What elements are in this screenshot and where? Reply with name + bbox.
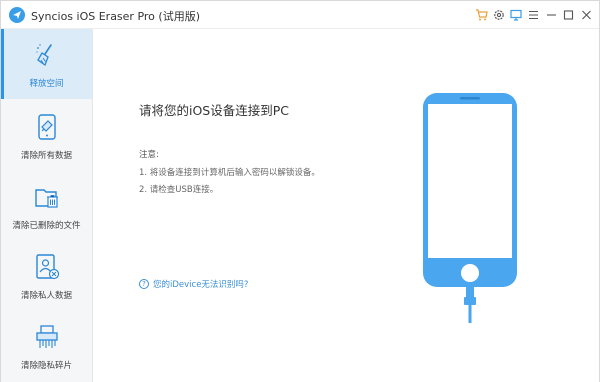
broom-icon bbox=[33, 41, 61, 69]
minimize-icon[interactable] bbox=[543, 7, 559, 23]
sidebar-item-label: 清除已删除的文件 bbox=[12, 221, 81, 231]
menu-icon[interactable] bbox=[525, 7, 541, 23]
sidebar-item-erase-fragments[interactable]: 清除隐私碎片 bbox=[1, 311, 92, 381]
sidebar-item-free-space[interactable]: 释放空间 bbox=[1, 29, 92, 99]
settings-icon[interactable] bbox=[491, 7, 507, 23]
sidebar-item-erase-all[interactable]: 清除所有数据 bbox=[1, 101, 92, 171]
app-window: Syncios iOS Eraser Pro (试用版) 释放空间 清除所有数据… bbox=[0, 0, 600, 382]
cart-icon[interactable] bbox=[473, 7, 489, 23]
title-bar: Syncios iOS Eraser Pro (试用版) bbox=[1, 1, 599, 29]
note-title: 注意: bbox=[139, 150, 159, 160]
maximize-icon[interactable] bbox=[560, 7, 576, 23]
sidebar: 释放空间 清除所有数据 清除已删除的文件 清除私人数据 清除隐私碎片 bbox=[1, 29, 93, 382]
sidebar-item-erase-deleted[interactable]: 清除已删除的文件 bbox=[1, 171, 92, 241]
sidebar-item-label: 清除所有数据 bbox=[20, 151, 72, 161]
close-icon[interactable] bbox=[578, 7, 594, 23]
feedback-icon[interactable] bbox=[508, 7, 524, 23]
connect-device-heading: 请将您的iOS设备连接到PC bbox=[139, 103, 290, 118]
sidebar-item-label: 清除隐私碎片 bbox=[20, 361, 72, 371]
phone-erase-icon bbox=[33, 113, 61, 141]
app-logo-icon bbox=[9, 7, 25, 23]
sidebar-item-label: 释放空间 bbox=[29, 79, 64, 89]
help-link-label: 您的iDevice无法识别吗? bbox=[153, 280, 249, 290]
note-line: 1. 将设备连接到计算机后输入密码以解锁设备。 bbox=[139, 168, 320, 178]
folder-delete-icon bbox=[33, 183, 61, 211]
app-title: Syncios iOS Eraser Pro (试用版) bbox=[31, 10, 200, 23]
note-line: 2. 请检查USB连接。 bbox=[139, 185, 219, 195]
sidebar-item-label: 清除私人数据 bbox=[20, 291, 72, 301]
question-icon: ? bbox=[139, 279, 149, 289]
shredder-icon bbox=[33, 323, 61, 351]
private-data-icon bbox=[33, 253, 61, 281]
device-not-recognized-link[interactable]: ? 您的iDevice无法识别吗? bbox=[139, 278, 248, 290]
sidebar-item-erase-private[interactable]: 清除私人数据 bbox=[1, 241, 92, 311]
main-panel: 请将您的iOS设备连接到PC 注意: 1. 将设备连接到计算机后输入密码以解锁设… bbox=[93, 29, 599, 382]
phone-illustration bbox=[423, 93, 517, 323]
